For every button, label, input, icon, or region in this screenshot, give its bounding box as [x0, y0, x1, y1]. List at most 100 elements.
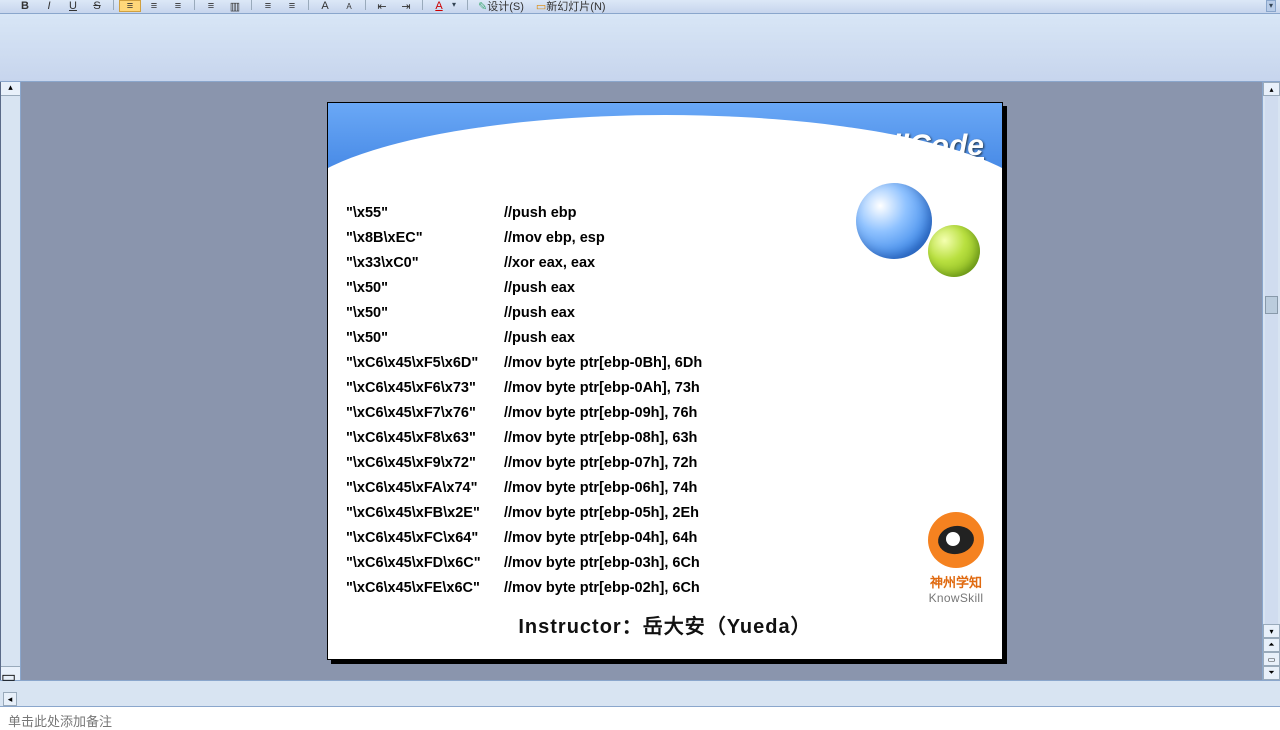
ribbon-area: [0, 14, 1280, 82]
notes-pane[interactable]: 单击此处添加备注: [0, 706, 1280, 730]
brand-logo: 神州学知 KnowSkill: [928, 512, 984, 605]
vertical-scrollbar[interactable]: ▴ ▾ ⏶ ▭ ⏷: [1262, 82, 1280, 680]
code-hex: "\x55": [346, 201, 504, 226]
numbered-list-button[interactable]: ≡: [257, 0, 279, 12]
code-comment: //push ebp: [504, 201, 577, 226]
code-row: "\xC6\x45\xFB\x2E"//mov byte ptr[ebp-05h…: [346, 501, 984, 526]
new-slide-button[interactable]: ▭ 新幻灯片(N): [531, 0, 611, 12]
separator: [467, 0, 468, 10]
slide-editor-area: ▴ ▭ ShellCode "\x55"//push ebp"\x8B\xEC"…: [0, 82, 1280, 680]
brand-name-cn: 神州学知: [928, 572, 984, 591]
separator: [251, 0, 252, 10]
prev-slide-icon[interactable]: ⏶: [1263, 638, 1280, 652]
italic-button[interactable]: I: [38, 0, 60, 12]
line-spacing-button[interactable]: ≡: [200, 0, 222, 12]
code-comment: //mov byte ptr[ebp-02h], 6Ch: [504, 576, 700, 601]
code-row: "\xC6\x45\xF9\x72"//mov byte ptr[ebp-07h…: [346, 451, 984, 476]
code-comment: //mov byte ptr[ebp-08h], 63h: [504, 426, 697, 451]
code-comment: //push eax: [504, 301, 575, 326]
design-button[interactable]: ✎ 设计(S): [473, 0, 529, 12]
code-row: "\xC6\x45\xFD\x6C"//mov byte ptr[ebp-03h…: [346, 551, 984, 576]
font-increase-button[interactable]: A: [314, 0, 336, 12]
code-comment: //mov byte ptr[ebp-06h], 74h: [504, 476, 697, 501]
code-comment: //mov byte ptr[ebp-04h], 64h: [504, 526, 697, 551]
underline-button[interactable]: U: [62, 0, 84, 12]
slide-header: ShellCode: [328, 103, 1002, 195]
align-center-button[interactable]: ≡: [143, 0, 165, 12]
code-row: "\xC6\x45\xFC\x64"//mov byte ptr[ebp-04h…: [346, 526, 984, 551]
font-color-button[interactable]: A: [428, 0, 450, 12]
scroll-down-icon[interactable]: ▾: [1263, 624, 1280, 638]
code-comment: //mov byte ptr[ebp-0Ah], 73h: [504, 376, 700, 401]
selector-icon[interactable]: ▭: [1263, 652, 1280, 666]
code-hex: "\xC6\x45\xFA\x74": [346, 476, 504, 501]
align-right-button[interactable]: ≡: [167, 0, 189, 12]
outline-scrollbar[interactable]: ▴ ▭: [1, 82, 21, 680]
code-comment: //mov byte ptr[ebp-03h], 6Ch: [504, 551, 700, 576]
code-row: "\xC6\x45\xF7\x76"//mov byte ptr[ebp-09h…: [346, 401, 984, 426]
bullet-list-button[interactable]: ≡: [281, 0, 303, 12]
code-hex: "\xC6\x45\xF5\x6D": [346, 351, 504, 376]
code-comment: //mov byte ptr[ebp-07h], 72h: [504, 451, 697, 476]
code-hex: "\xC6\x45\xF6\x73": [346, 376, 504, 401]
code-comment: //xor eax, eax: [504, 251, 595, 276]
slide-canvas[interactable]: ShellCode "\x55"//push ebp"\x8B\xEC"//mo…: [21, 82, 1262, 680]
dropdown-icon[interactable]: ▾: [452, 0, 462, 9]
toolbar-overflow-icon[interactable]: ▾: [1266, 0, 1276, 12]
separator: [365, 0, 366, 10]
code-hex: "\xC6\x45\xFC\x64": [346, 526, 504, 551]
separator: [308, 0, 309, 10]
code-comment: //mov byte ptr[ebp-05h], 2Eh: [504, 501, 699, 526]
code-row: "\xC6\x45\xF5\x6D"//mov byte ptr[ebp-0Bh…: [346, 351, 984, 376]
code-hex: "\xC6\x45\xFE\x6C": [346, 576, 504, 601]
scroll-left-icon[interactable]: ◂: [3, 692, 17, 706]
code-comment: //push eax: [504, 276, 575, 301]
scroll-thumb[interactable]: [1265, 296, 1278, 314]
code-row: "\xC6\x45\xFE\x6C"//mov byte ptr[ebp-02h…: [346, 576, 984, 601]
code-row: "\x55"//push ebp: [346, 201, 984, 226]
code-hex: "\xC6\x45\xFD\x6C": [346, 551, 504, 576]
scroll-up-icon[interactable]: ▴: [1263, 82, 1280, 96]
code-row: "\x33\xC0"//xor eax, eax: [346, 251, 984, 276]
scroll-track[interactable]: [1265, 96, 1278, 624]
instructor-line[interactable]: Instructor：岳大安（Yueda）: [328, 610, 1002, 639]
code-hex: "\xC6\x45\xF9\x72": [346, 451, 504, 476]
code-row: "\x8B\xEC"//mov ebp, esp: [346, 226, 984, 251]
indent-increase-button[interactable]: ⇥: [395, 0, 417, 12]
code-hex: "\x8B\xEC": [346, 226, 504, 251]
code-hex: "\x33\xC0": [346, 251, 504, 276]
strike-button[interactable]: S: [86, 0, 108, 12]
code-hex: "\xC6\x45\xF8\x63": [346, 426, 504, 451]
separator: [194, 0, 195, 10]
columns-button[interactable]: ▥: [224, 0, 246, 12]
code-row: "\xC6\x45\xF8\x63"//mov byte ptr[ebp-08h…: [346, 426, 984, 451]
notes-placeholder: 单击此处添加备注: [8, 714, 112, 729]
code-block[interactable]: "\x55"//push ebp"\x8B\xEC"//mov ebp, esp…: [346, 201, 984, 601]
slide-title[interactable]: ShellCode: [837, 129, 984, 163]
code-hex: "\x50": [346, 326, 504, 351]
scroll-up-icon[interactable]: ▴: [1, 82, 20, 96]
font-decrease-button[interactable]: A: [338, 0, 360, 12]
code-hex: "\xC6\x45\xFB\x2E": [346, 501, 504, 526]
code-row: "\xC6\x45\xFA\x74"//mov byte ptr[ebp-06h…: [346, 476, 984, 501]
separator: [113, 0, 114, 10]
next-slide-icon[interactable]: ⏷: [1263, 666, 1280, 680]
align-left-button[interactable]: ≡: [119, 0, 141, 12]
code-row: "\x50"//push eax: [346, 301, 984, 326]
separator: [422, 0, 423, 10]
code-hex: "\x50": [346, 301, 504, 326]
indent-decrease-button[interactable]: ⇤: [371, 0, 393, 12]
code-row: "\x50"//push eax: [346, 276, 984, 301]
formatting-toolbar: B I U S ≡ ≡ ≡ ≡ ▥ ≡ ≡ A A ⇤ ⇥ A ▾ ✎ 设计(S…: [0, 0, 1280, 14]
code-comment: //mov byte ptr[ebp-09h], 76h: [504, 401, 697, 426]
code-hex: "\xC6\x45\xF7\x76": [346, 401, 504, 426]
scroll-handle[interactable]: ▭: [1, 666, 20, 680]
horizontal-scrollbar[interactable]: ◂: [0, 680, 1280, 706]
slide[interactable]: ShellCode "\x55"//push ebp"\x8B\xEC"//mo…: [327, 102, 1003, 660]
code-comment: //mov byte ptr[ebp-0Bh], 6Dh: [504, 351, 702, 376]
code-row: "\x50"//push eax: [346, 326, 984, 351]
bold-button[interactable]: B: [14, 0, 36, 12]
code-row: "\xC6\x45\xF6\x73"//mov byte ptr[ebp-0Ah…: [346, 376, 984, 401]
eye-logo-icon: [928, 512, 984, 568]
code-comment: //mov ebp, esp: [504, 226, 605, 251]
